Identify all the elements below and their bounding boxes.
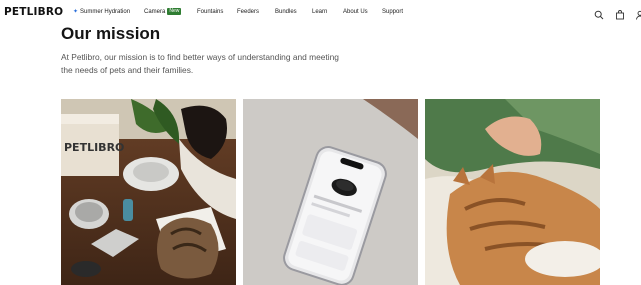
nav-label: Camera xyxy=(144,9,166,15)
nav-label: Learn xyxy=(312,9,328,15)
sparkle-icon: ✦ xyxy=(73,9,79,15)
nav-item-camera[interactable]: Camera New xyxy=(144,8,182,17)
photo-phone-app xyxy=(243,99,418,285)
nav-item-fountains[interactable]: Fountains xyxy=(197,8,223,17)
account-icon[interactable] xyxy=(635,7,641,20)
new-badge: New xyxy=(167,8,182,15)
nav-item-learn[interactable]: Learn xyxy=(312,8,327,17)
nav-label: Fountains xyxy=(197,9,224,15)
nav-label: Support xyxy=(382,9,404,15)
nav-item-support[interactable]: Support xyxy=(382,8,403,17)
nav-item-summer-hydration[interactable]: ✦ Summer Hydration xyxy=(73,8,130,17)
nav-item-bundles[interactable]: Bundles xyxy=(275,8,297,17)
nav-label: Feeders xyxy=(237,9,260,15)
site-header: PETLIBRO ✦ Summer Hydration Camera New Fou… xyxy=(0,0,641,26)
nav-label: Bundles xyxy=(275,9,297,15)
nav-item-about-us[interactable]: About Us xyxy=(343,8,368,17)
photo-woman-with-cat: PETLIBRO xyxy=(61,99,236,285)
search-icon[interactable] xyxy=(594,7,604,20)
mission-description: At Petlibro, our mission is to find bett… xyxy=(61,52,339,75)
nav-item-feeders[interactable]: Feeders xyxy=(237,8,259,17)
photo-petting-cat xyxy=(425,99,600,285)
petlibro-logo[interactable]: PETLIBRO xyxy=(4,6,63,18)
nav-label: About Us xyxy=(343,9,368,15)
bag-icon[interactable] xyxy=(615,7,625,20)
svg-text:PETLIBRO: PETLIBRO xyxy=(64,141,124,154)
page-title: Our mission xyxy=(61,24,161,43)
nav-label: Summer Hydration xyxy=(80,9,131,15)
